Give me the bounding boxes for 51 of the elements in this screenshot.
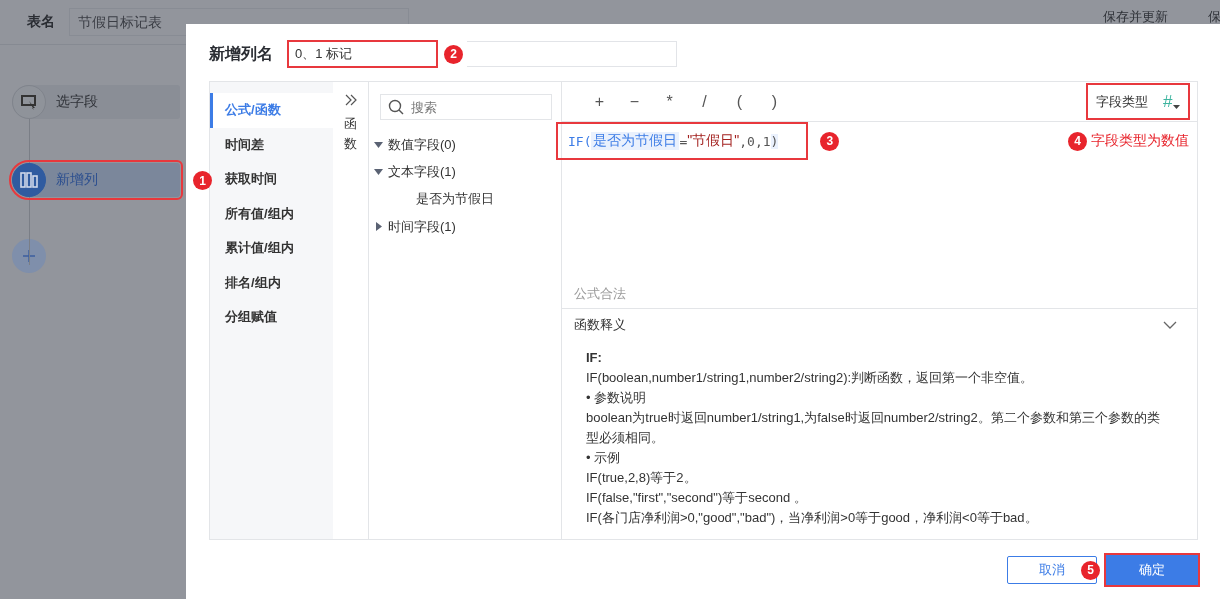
operator-button[interactable]: )	[757, 92, 792, 111]
explain-title: 函数释义	[574, 316, 626, 334]
column-name-field[interactable]: 0、1 标记	[287, 40, 438, 68]
menu-item[interactable]: 分组赋值	[210, 300, 333, 335]
field-item[interactable]: 是否为节假日	[374, 185, 561, 213]
description-text: IF(各门店净利润>0,"good","bad")，当净利润>0等于good，净利润<0等于bad。	[586, 509, 1039, 527]
search-field[interactable]: 搜索	[380, 94, 552, 120]
menu-item[interactable]: 排名/组内	[210, 265, 333, 300]
description-text: IF:	[586, 349, 603, 367]
menu-item[interactable]: 公式/函数	[210, 93, 333, 128]
annotation-text: 字段类型为数值	[1091, 132, 1189, 150]
menu-item[interactable]: 所有值/组内	[210, 196, 333, 231]
marker-badge: 4	[1068, 131, 1087, 151]
operator-button[interactable]: *	[652, 92, 687, 111]
field-group[interactable]: 文本字段(1)	[374, 158, 561, 185]
operator-button[interactable]: −	[617, 92, 652, 111]
description-text: boolean为true时返回number1/string1,为false时返回number2/string2。第二个参数和第三个参数的类型必须相同。	[586, 409, 1161, 447]
dialog-title: 新增列名	[209, 43, 274, 64]
description-text: IF(boolean,number1/string1,number2/string2):判断函数，返回第一个非空值。	[586, 369, 1035, 387]
save-button[interactable]: 保	[1208, 9, 1220, 24]
operator-button[interactable]: +	[582, 92, 617, 111]
step-item[interactable]: 选字段	[12, 85, 180, 119]
marker-badge: 2	[444, 44, 463, 64]
menu-item[interactable]: 获取时间	[210, 162, 333, 197]
chevron-down-icon[interactable]	[1163, 321, 1177, 329]
field-group[interactable]: 时间字段(1)	[374, 213, 561, 240]
menu-item[interactable]: 时间差	[210, 127, 333, 162]
cursor-icon	[21, 94, 37, 110]
formula-status: 公式合法	[573, 285, 627, 303]
caret-down-icon	[374, 140, 383, 149]
caret-right-icon	[374, 222, 383, 231]
caret-down-icon	[374, 167, 383, 176]
description-text: • 参数说明	[586, 389, 648, 407]
description-text: IF(true,2,8)等于2。	[586, 469, 698, 487]
operator-button[interactable]: /	[687, 92, 722, 111]
plus-icon	[23, 250, 35, 262]
formula-field[interactable]: IF(是否为节假日="节假日",0,1)	[556, 122, 809, 160]
marker-badge: 3	[820, 131, 840, 151]
field-type-selector[interactable]: 字段类型 #	[1086, 83, 1190, 120]
operator-button[interactable]: (	[722, 92, 757, 111]
description-text: • 示例	[586, 449, 622, 467]
columns-icon	[20, 172, 38, 188]
function-toggle[interactable]: 函数	[344, 114, 357, 153]
caret-down-icon	[1173, 105, 1181, 109]
double-chevron-icon[interactable]	[344, 94, 357, 106]
menu-item[interactable]: 累计值/组内	[210, 231, 333, 266]
description-text: IF(false,"first","second")等于second 。	[586, 489, 808, 507]
save-button[interactable]: 保存并更新	[1103, 9, 1168, 24]
search-icon	[388, 99, 404, 115]
table-name-label: 表名	[27, 13, 55, 31]
ok-button[interactable]: 确定	[1106, 555, 1198, 585]
